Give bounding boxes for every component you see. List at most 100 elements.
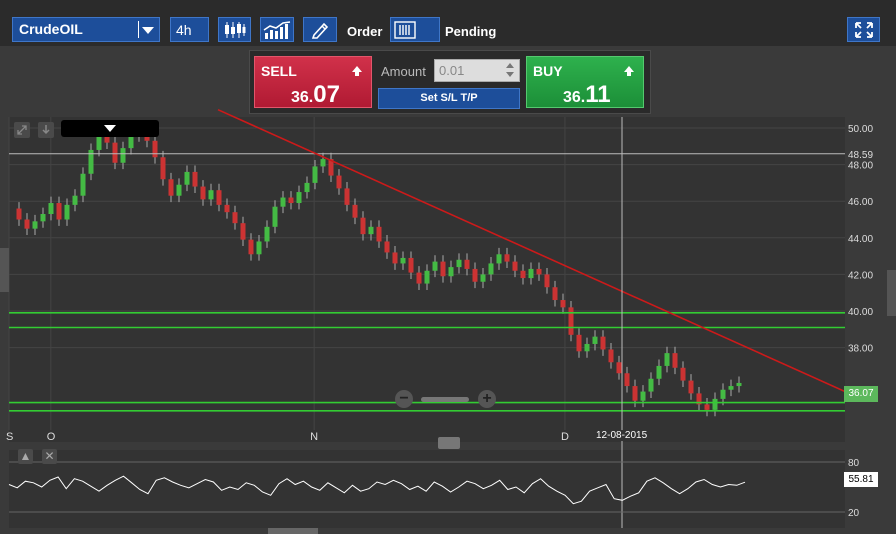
candle-body xyxy=(472,268,478,282)
resize-icon xyxy=(17,125,27,135)
download-chart-button[interactable] xyxy=(38,122,54,138)
candle-body xyxy=(152,140,158,158)
candle-body xyxy=(168,179,174,196)
candle-body xyxy=(352,204,358,218)
candle-body xyxy=(616,362,622,374)
candle-body xyxy=(512,261,518,271)
candle-body xyxy=(688,380,694,394)
candle-body xyxy=(400,257,406,264)
candle-body xyxy=(16,208,22,220)
price-axis-label: 44.00 xyxy=(848,234,873,245)
candle-body xyxy=(296,192,302,204)
candle-body xyxy=(200,186,206,200)
candle-body xyxy=(272,206,278,227)
zoom-in-button[interactable]: + xyxy=(478,390,496,408)
candle-body xyxy=(432,261,438,271)
candle-body xyxy=(72,195,78,205)
candle-body xyxy=(592,336,598,344)
time-axis-label: O xyxy=(47,431,56,443)
candle-body xyxy=(544,274,550,288)
chart-menu-button[interactable] xyxy=(61,120,159,137)
candle-body xyxy=(560,300,566,308)
rsi-axis-label: 20 xyxy=(848,508,860,519)
candle-body xyxy=(24,219,30,229)
chevron-down-icon xyxy=(104,125,116,132)
candle-body xyxy=(384,241,390,253)
candle-body xyxy=(736,382,742,387)
candle-body xyxy=(112,142,118,163)
candle-body xyxy=(176,184,182,196)
zoom-out-button[interactable]: − xyxy=(395,390,413,408)
candle-body xyxy=(440,261,446,277)
time-axis-label: S xyxy=(6,431,13,443)
candle-body xyxy=(120,148,126,163)
candle-body xyxy=(320,159,326,167)
candle-body xyxy=(128,135,134,149)
candle-body xyxy=(664,353,670,366)
candle-body xyxy=(312,166,318,183)
right-panel-toggle[interactable] xyxy=(887,270,896,316)
candle-body xyxy=(336,175,342,189)
candle-body xyxy=(640,391,646,401)
candle-body xyxy=(528,268,534,279)
candle-body xyxy=(256,241,262,255)
candle-body xyxy=(280,197,286,207)
rsi-value-tag: 55.81 xyxy=(844,472,878,487)
candle-body xyxy=(48,203,54,215)
candle-body xyxy=(600,336,606,350)
candle-body xyxy=(496,254,502,264)
rsi-close-button[interactable]: ✕ xyxy=(42,449,57,464)
candle-body xyxy=(480,274,486,282)
candle-body xyxy=(520,270,526,279)
candle-body xyxy=(648,378,654,392)
candle-body xyxy=(208,190,214,200)
price-axis-label: 48.00 xyxy=(848,161,873,172)
candle-body xyxy=(224,204,230,213)
candle-body xyxy=(376,226,382,242)
candle-body xyxy=(232,212,238,224)
price-axis-label: 38.00 xyxy=(848,344,873,355)
candle-body xyxy=(160,157,166,180)
candle-body xyxy=(64,204,70,220)
candle-body xyxy=(584,343,590,352)
candle-body xyxy=(456,259,462,268)
pane-splitter-handle[interactable] xyxy=(438,437,460,449)
price-axis-label: 40.00 xyxy=(848,307,873,318)
candle-body xyxy=(416,272,422,284)
x-axis-strip xyxy=(9,430,845,442)
download-icon xyxy=(42,125,50,135)
candle-body xyxy=(680,367,686,381)
rsi-axis-label: 80 xyxy=(848,458,860,469)
candle-body xyxy=(40,214,46,222)
candle-body xyxy=(216,190,222,205)
bottom-panel-toggle[interactable] xyxy=(268,528,318,534)
candle-body xyxy=(608,349,614,363)
resize-chart-button[interactable] xyxy=(14,122,30,138)
current-price-tag: 36.07 xyxy=(844,386,878,402)
candle-body xyxy=(720,389,726,399)
price-axis-label: 48.59 xyxy=(848,150,873,161)
candle-body xyxy=(192,171,198,187)
crosshair-date-label: 12-08-2015 xyxy=(594,430,650,441)
candle-body xyxy=(264,226,270,242)
left-panel-toggle[interactable] xyxy=(0,248,9,292)
candle-body xyxy=(632,386,638,401)
price-chart[interactable]: 50.00 48.5948.00 46.00 44.00 42.00 40.00 38.00… xyxy=(0,0,896,534)
price-axis-labels: 50.00 48.5948.00 46.00 44.00 42.00 40.00 38.00 xyxy=(848,124,873,355)
price-axis-label: 42.00 xyxy=(848,270,873,281)
rsi-move-up-button[interactable]: ▲ xyxy=(18,449,33,464)
zoom-slider[interactable] xyxy=(421,397,469,402)
candle-body xyxy=(536,268,542,275)
candle-body xyxy=(32,221,38,229)
candle-body xyxy=(184,171,190,185)
candle-body xyxy=(464,259,470,269)
candle-body xyxy=(240,223,246,240)
candle-body xyxy=(424,270,430,284)
candle-body xyxy=(392,252,398,264)
price-axis-label: 50.00 xyxy=(848,124,873,135)
candle-body xyxy=(360,217,366,235)
candle-body xyxy=(552,287,558,301)
candle-body xyxy=(704,404,710,410)
candle-body xyxy=(368,226,374,235)
candle-body xyxy=(344,188,350,205)
